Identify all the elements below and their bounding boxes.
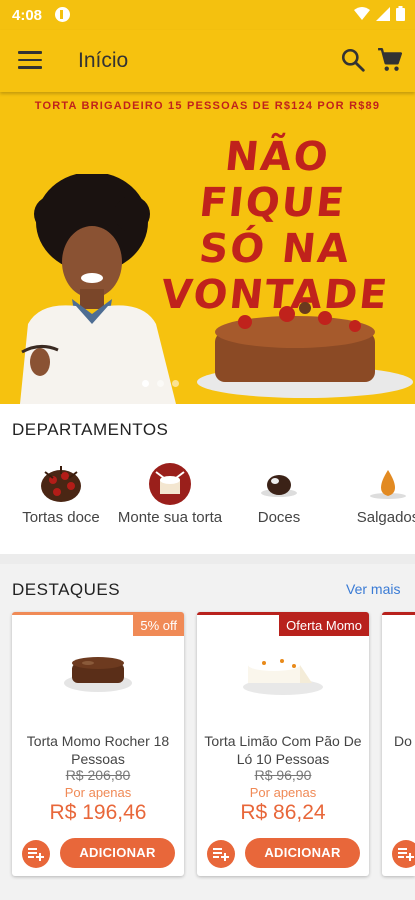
playlist-add-icon [213,848,229,861]
department-label: Doces [257,509,301,526]
featured-section: DESTAQUES Ver mais 5% off Torta Momo Roc… [0,564,415,900]
product-card[interactable]: 5% off Torta Momo Rocher 18 Pessoas R$ 2… [12,612,184,876]
department-label: Monte sua torta [117,509,223,526]
add-to-list-button[interactable] [207,840,235,868]
battery-icon [396,6,405,21]
add-to-list-button[interactable] [22,840,50,868]
department-item-salgados[interactable]: Salgados [333,462,415,527]
product-image [12,643,184,703]
menu-icon[interactable] [18,51,42,71]
coxinha-icon [370,470,406,499]
banner-promo-text: TORTA BRIGADEIRO 15 PESSOAS DE R$124 POR… [34,100,381,112]
playlist-add-icon [398,848,414,861]
por-apenas-label: Por apenas [64,785,132,800]
product-price: R$ 86,24 [240,801,326,824]
notification-icon [55,7,70,22]
carousel-indicator[interactable] [142,380,179,387]
add-to-cart-button[interactable]: ADICIONAR [245,838,360,868]
discount-badge: 5% off [133,615,184,636]
chocolate-cake-icon [41,466,81,502]
por-apenas-label: Por apenas [249,785,317,800]
status-icons [354,6,405,21]
department-label: Tortas doce [22,509,100,526]
product-card[interactable]: Oferta Momo Torta Limão Com Pão De Ló 10… [197,612,369,876]
department-label: Salgados [356,509,415,526]
product-old-price: R$ 206,80 [65,767,131,783]
cart-icon[interactable] [377,47,403,73]
product-price: R$ 196,46 [49,801,147,824]
status-bar: 4:08 [0,0,415,30]
product-image [197,643,369,703]
lemon-cake-image [243,659,323,695]
department-item-doces[interactable]: Doces [224,462,334,527]
cake-image [197,302,413,398]
add-to-list-button[interactable] [392,840,415,868]
departments-heading: DEPARTAMENTOS [12,420,169,439]
department-item-tortas-doce[interactable]: Tortas doce [6,462,116,527]
build-cake-icon [149,463,191,505]
offer-badge: Oferta Momo [279,615,369,636]
promo-banner[interactable]: TORTA BRIGADEIRO 15 PESSOAS DE R$124 POR… [0,92,415,404]
product-name: Torta Limão Com Pão De Ló 10 Pessoas [204,733,362,767]
departments-section: DEPARTAMENTOS Tortas doce Monte sua tort… [0,404,415,554]
status-time: 4:08 [12,7,43,24]
featured-heading: DESTAQUES [12,580,121,599]
signal-icon [376,6,390,21]
add-to-cart-button[interactable]: ADICIONAR [60,838,175,868]
product-old-price: R$ 96,90 [254,767,312,783]
search-icon[interactable] [340,47,366,73]
wifi-icon [354,6,370,20]
woman-photo [20,174,176,404]
page-title: Início [78,49,129,72]
product-card[interactable]: Do [382,612,415,876]
product-name: Do [394,733,412,749]
truffle-icon [261,475,297,497]
playlist-add-icon [28,848,44,861]
department-item-monte-sua-torta[interactable]: Monte sua torta [115,462,225,527]
chocolate-cake-image [64,657,132,692]
product-name: Torta Momo Rocher 18 Pessoas [26,733,170,767]
see-more-link[interactable]: Ver mais [346,581,400,597]
app-bar: Início [0,30,415,92]
